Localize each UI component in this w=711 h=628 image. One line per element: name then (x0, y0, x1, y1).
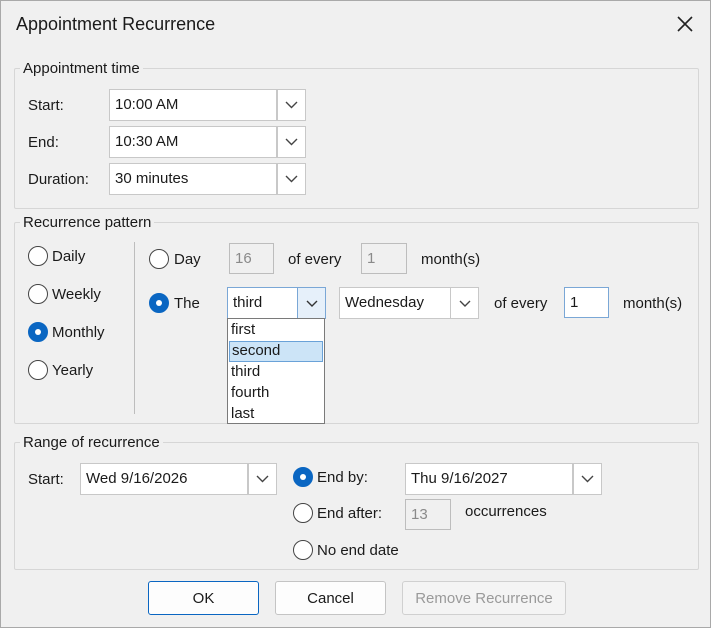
end-by-radio[interactable] (293, 467, 313, 487)
close-button[interactable] (669, 9, 701, 39)
end-time-label: End: (28, 134, 59, 151)
chevron-down-icon (285, 101, 298, 109)
ordinal-option-second[interactable]: second (229, 341, 323, 362)
recurrence-pattern-group (14, 222, 699, 424)
chevron-down-icon (285, 138, 298, 146)
end-after-label[interactable]: End after: (317, 505, 382, 522)
the-months-value: 1 (570, 294, 579, 311)
start-time-value: 10:00 AM (115, 96, 179, 113)
ok-button[interactable]: OK (148, 581, 259, 615)
day-months-field[interactable]: 1 (361, 243, 407, 274)
monthly-radio[interactable] (28, 322, 48, 342)
weekday-dropdown-button[interactable] (450, 287, 479, 319)
cancel-button[interactable]: Cancel (275, 581, 386, 615)
daily-label[interactable]: Daily (52, 248, 85, 265)
end-time-value: 10:30 AM (115, 133, 179, 150)
chevron-down-icon (581, 475, 594, 483)
the-option-label[interactable]: The (174, 295, 200, 312)
the-months-suffix: month(s) (623, 295, 683, 312)
ordinal-option-first[interactable]: first (229, 321, 323, 342)
ordinal-option-third[interactable]: third (229, 363, 323, 384)
pattern-separator (134, 242, 135, 414)
daily-radio[interactable] (28, 246, 48, 266)
close-icon (677, 16, 693, 32)
start-time-label: Start: (28, 97, 64, 114)
day-months-suffix: month(s) (421, 251, 481, 268)
start-time-dropdown-button[interactable] (277, 89, 306, 121)
range-legend: Range of recurrence (20, 434, 163, 451)
weekly-label[interactable]: Weekly (52, 286, 101, 303)
chevron-down-icon (285, 175, 298, 183)
occurrences-value: 13 (411, 506, 428, 523)
day-number-value: 16 (235, 250, 252, 267)
appointment-recurrence-dialog: Appointment Recurrence Appointment time … (0, 0, 711, 628)
end-by-dropdown-button[interactable] (573, 463, 602, 495)
range-start-value: Wed 9/16/2026 (86, 470, 188, 487)
the-option-radio[interactable] (149, 293, 169, 313)
weekly-radio[interactable] (28, 284, 48, 304)
occurrences-suffix: occurrences (465, 503, 547, 520)
day-option-radio[interactable] (149, 249, 169, 269)
ordinal-value: third (233, 294, 263, 311)
yearly-label[interactable]: Yearly (52, 362, 93, 379)
end-by-label[interactable]: End by: (317, 469, 368, 486)
range-start-combo[interactable]: Wed 9/16/2026 (80, 463, 248, 495)
chevron-down-icon (306, 300, 317, 307)
no-end-date-label[interactable]: No end date (317, 542, 399, 559)
ordinal-option-last[interactable]: last (229, 405, 323, 426)
duration-label: Duration: (28, 171, 89, 188)
duration-value: 30 minutes (115, 170, 189, 187)
monthly-label[interactable]: Monthly (52, 324, 105, 341)
appointment-time-legend: Appointment time (20, 60, 143, 77)
occurrences-field[interactable]: 13 (405, 499, 451, 530)
end-time-dropdown-button[interactable] (277, 126, 306, 158)
chevron-down-icon (256, 475, 269, 483)
day-of-every-label: of every (288, 251, 342, 268)
weekday-select[interactable]: Wednesday (339, 287, 479, 319)
recurrence-pattern-legend: Recurrence pattern (20, 214, 155, 231)
day-months-value: 1 (367, 250, 376, 267)
ordinal-option-fourth[interactable]: fourth (229, 384, 323, 405)
dialog-title: Appointment Recurrence (16, 14, 216, 34)
start-time-combo[interactable]: 10:00 AM (109, 89, 277, 121)
end-after-radio[interactable] (293, 503, 313, 523)
the-months-field[interactable]: 1 (564, 287, 609, 318)
day-option-label[interactable]: Day (174, 251, 201, 268)
ordinal-dropdown-list: first second third fourth last (227, 318, 325, 424)
end-by-value: Thu 9/16/2027 (411, 470, 508, 487)
weekday-value: Wednesday (345, 294, 424, 311)
day-number-field[interactable]: 16 (229, 243, 274, 274)
the-of-every-label: of every (494, 295, 548, 312)
range-start-label: Start: (28, 471, 64, 488)
no-end-date-radio[interactable] (293, 540, 313, 560)
end-time-combo[interactable]: 10:30 AM (109, 126, 277, 158)
title-bar: Appointment Recurrence (1, 1, 710, 47)
ordinal-select[interactable]: third (227, 287, 326, 319)
chevron-down-icon (459, 300, 470, 307)
yearly-radio[interactable] (28, 360, 48, 380)
duration-dropdown-button[interactable] (277, 163, 306, 195)
ordinal-dropdown-button[interactable] (297, 287, 326, 319)
end-by-combo[interactable]: Thu 9/16/2027 (405, 463, 573, 495)
range-start-dropdown-button[interactable] (248, 463, 277, 495)
duration-combo[interactable]: 30 minutes (109, 163, 277, 195)
remove-recurrence-button[interactable]: Remove Recurrence (402, 581, 566, 615)
